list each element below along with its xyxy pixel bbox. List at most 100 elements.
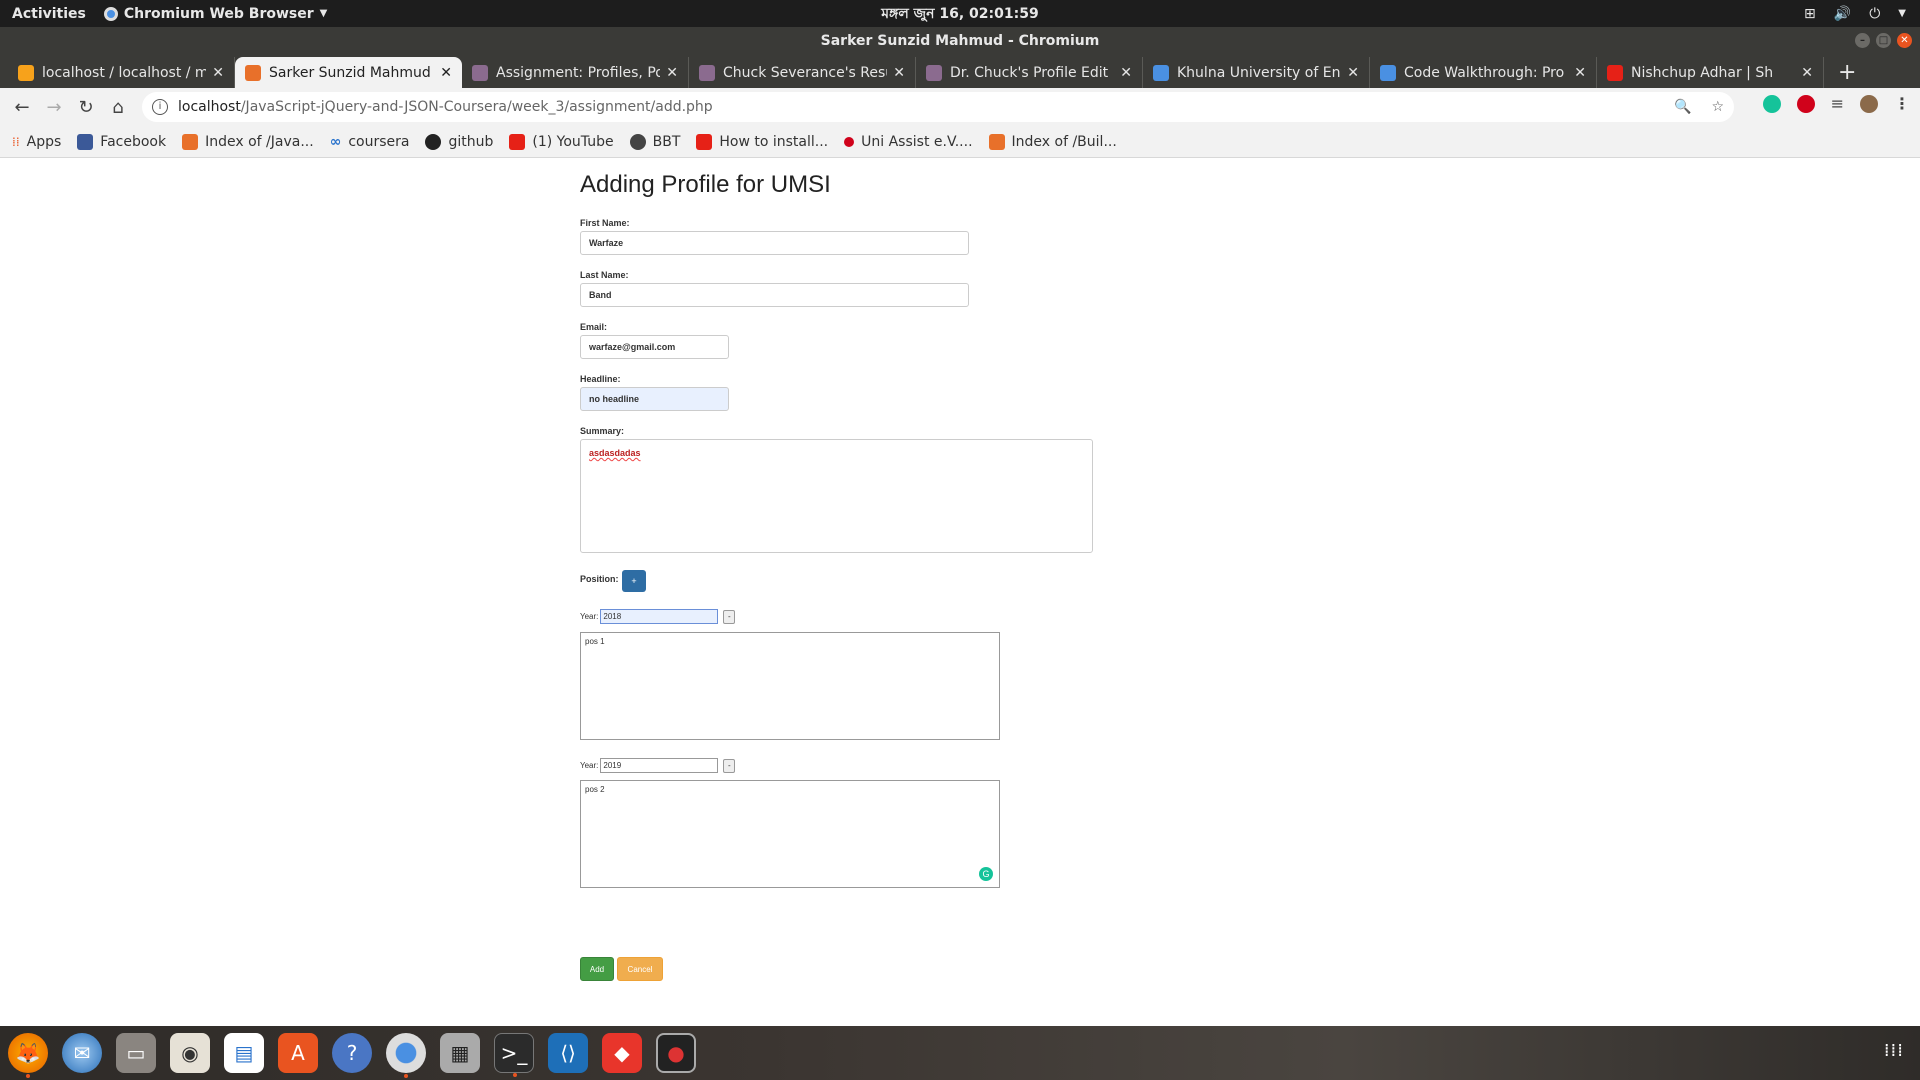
close-tab-icon[interactable]: ✕ xyxy=(1120,65,1132,81)
url-path: /JavaScript-jQuery-and-JSON-Coursera/wee… xyxy=(240,99,713,115)
activities-button[interactable]: Activities xyxy=(0,6,98,22)
close-window-button[interactable]: ✕ xyxy=(1897,33,1912,48)
zoom-icon[interactable]: 🔍 xyxy=(1674,99,1691,115)
app-menu[interactable]: Chromium Web Browser ▼ xyxy=(98,6,327,22)
tab-favicon-icon xyxy=(699,64,715,81)
chromium-icon[interactable] xyxy=(386,1033,426,1078)
screenshot-icon[interactable]: ▦ xyxy=(440,1033,480,1073)
tab-favicon-icon xyxy=(18,64,34,81)
grammarly-icon[interactable]: G xyxy=(979,867,993,881)
media-control-icon[interactable]: ≡ xyxy=(1831,94,1844,113)
libreoffice-writer-icon[interactable]: ▤ xyxy=(224,1033,264,1073)
site-info-icon[interactable]: i xyxy=(152,99,168,115)
close-tab-icon[interactable]: ✕ xyxy=(666,65,678,81)
bookmark-facebook[interactable]: Facebook xyxy=(77,133,166,150)
page-content: Adding Profile for UMSI First Name: Warf… xyxy=(0,158,1920,1026)
close-tab-icon[interactable]: ✕ xyxy=(1574,65,1586,81)
adblock-extension-icon[interactable] xyxy=(1796,94,1815,113)
tab-title: localhost / localhost / m xyxy=(42,64,207,81)
email-field[interactable]: warfaze@gmail.com xyxy=(580,335,729,359)
tab[interactable]: Chuck Severance's Resu ✕ xyxy=(689,57,916,88)
firefox-icon[interactable]: 🦊 xyxy=(8,1033,48,1078)
tab-title: Sarker Sunzid Mahmud xyxy=(269,64,431,81)
power-icon[interactable]: ⏻ xyxy=(1869,6,1880,22)
close-tab-icon[interactable]: ✕ xyxy=(212,65,224,81)
bookmark-star-icon[interactable]: ☆ xyxy=(1711,99,1724,115)
window-title: Sarker Sunzid Mahmud - Chromium xyxy=(820,32,1100,49)
bookmark-label: coursera xyxy=(348,133,410,150)
tab[interactable]: Khulna University of Eng ✕ xyxy=(1143,57,1370,88)
tab[interactable]: Nishchup Adhar | Sh ✕ xyxy=(1597,57,1824,88)
close-tab-icon[interactable]: ✕ xyxy=(893,65,905,81)
page-title: Adding Profile for UMSI xyxy=(580,171,831,198)
forward-arrow-icon[interactable]: → xyxy=(38,97,70,118)
menu-icon[interactable]: ⋮ xyxy=(1894,94,1910,113)
grammarly-extension-icon[interactable] xyxy=(1762,94,1781,113)
last-name-field[interactable]: Band xyxy=(580,283,969,307)
bookmark-youtube[interactable]: (1) YouTube xyxy=(509,133,614,150)
bookmark-label: github xyxy=(448,133,494,150)
show-applications-icon[interactable]: ⁞⁞⁞ xyxy=(1884,1040,1904,1061)
tab[interactable]: Assignment: Profiles, Po ✕ xyxy=(462,57,689,88)
bookmark-github[interactable]: github xyxy=(425,133,494,150)
address-bar[interactable]: i localhost/JavaScript-jQuery-and-JSON-C… xyxy=(142,92,1734,122)
help-icon[interactable]: ? xyxy=(332,1033,372,1073)
year-input[interactable]: 2019 xyxy=(600,758,719,773)
terminal-icon[interactable]: >_ xyxy=(494,1033,534,1077)
bookmark-how-to-install[interactable]: How to install... xyxy=(696,133,829,150)
minimize-button[interactable]: – xyxy=(1855,33,1870,48)
close-tab-icon[interactable]: ✕ xyxy=(1347,65,1359,81)
first-name-field[interactable]: Warfaze xyxy=(580,231,969,255)
summary-textarea[interactable]: asdasdadas xyxy=(580,439,1093,553)
year-label: Year: xyxy=(580,612,599,621)
remove-position-button[interactable]: - xyxy=(723,609,736,624)
headline-field[interactable]: no headline xyxy=(580,387,729,411)
bookmark-index-java[interactable]: Index of /Java... xyxy=(182,133,314,150)
rhythmbox-icon[interactable]: ◉ xyxy=(170,1033,210,1073)
tab[interactable]: Code Walkthrough: Pro ✕ xyxy=(1370,57,1597,88)
bookmark-bbt[interactable]: BBT xyxy=(629,133,680,150)
bookmark-label: Index of /Java... xyxy=(205,133,314,150)
year-input[interactable]: 2018 xyxy=(600,609,719,624)
xampp-icon xyxy=(182,133,199,150)
headline-label: Headline: xyxy=(580,374,621,384)
vscode-icon[interactable]: ⟨⟩ xyxy=(548,1033,588,1073)
remove-position-button[interactable]: - xyxy=(723,758,736,773)
cancel-button[interactable]: Cancel xyxy=(617,957,663,981)
add-button[interactable]: Add xyxy=(580,957,614,981)
volume-icon[interactable]: 🔊 xyxy=(1834,6,1851,22)
new-tab-button[interactable]: + xyxy=(1824,57,1870,88)
git-icon[interactable]: ◆ xyxy=(602,1033,642,1073)
software-center-icon[interactable]: A xyxy=(278,1033,318,1073)
reload-icon[interactable]: ↻ xyxy=(70,97,102,118)
tab[interactable]: localhost / localhost / m ✕ xyxy=(8,57,235,88)
bookmark-apps[interactable]: ⁞⁞ Apps xyxy=(12,134,61,150)
app-menu-label: Chromium Web Browser xyxy=(123,5,314,22)
recorder-icon[interactable]: ● xyxy=(656,1033,696,1073)
position-description-textarea[interactable]: pos 2 G xyxy=(580,780,1000,888)
close-tab-icon[interactable]: ✕ xyxy=(1801,65,1813,81)
back-arrow-icon[interactable]: ← xyxy=(6,97,38,118)
tab-title: Dr. Chuck's Profile Edit xyxy=(950,64,1109,81)
bookmark-index-build[interactable]: Index of /Buil... xyxy=(988,133,1117,150)
position-year-row: Year: 2018 - xyxy=(580,609,736,624)
bookmark-label: Uni Assist e.V.... xyxy=(861,133,973,150)
chevron-down-icon[interactable]: ▼ xyxy=(1898,8,1906,19)
thunderbird-icon[interactable]: ✉ xyxy=(62,1033,102,1073)
ubuntu-dock: 🦊 ✉ ▭ ◉ ▤ A ? ▦ >_ ⟨⟩ ◆ ● ⁞⁞⁞ xyxy=(0,1026,1920,1080)
bookmark-coursera[interactable]: ∞ coursera xyxy=(330,134,410,150)
add-position-button[interactable]: + xyxy=(622,570,646,592)
profile-avatar[interactable] xyxy=(1860,94,1878,113)
tab-active[interactable]: Sarker Sunzid Mahmud ✕ xyxy=(235,57,462,88)
tab[interactable]: Dr. Chuck's Profile Edit ✕ xyxy=(916,57,1143,88)
position-description-textarea[interactable]: pos 1 xyxy=(580,632,1000,740)
home-icon[interactable]: ⌂ xyxy=(102,97,134,118)
chromium-icon xyxy=(103,6,118,21)
network-icon[interactable]: ⊞ xyxy=(1804,6,1816,22)
system-tray[interactable]: ⊞ 🔊 ⏻ ▼ xyxy=(1804,0,1906,27)
bookmark-uni-assist[interactable]: Uni Assist e.V.... xyxy=(844,133,973,150)
close-tab-icon[interactable]: ✕ xyxy=(440,65,452,81)
maximize-button[interactable]: □ xyxy=(1876,33,1891,48)
files-icon[interactable]: ▭ xyxy=(116,1033,156,1073)
bookmark-label: How to install... xyxy=(719,133,829,150)
